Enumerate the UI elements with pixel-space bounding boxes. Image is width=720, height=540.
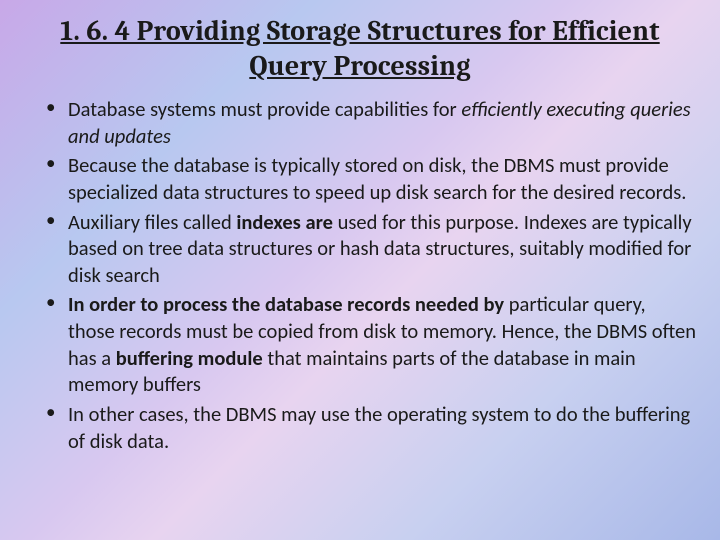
list-item: Because the database is typically stored… <box>46 152 696 205</box>
bullet-list: Database systems must provide capabiliti… <box>24 96 696 454</box>
bullet-text: In other cases, the DBMS may use the ope… <box>68 401 690 454</box>
bullet-text: Database systems must provide capabiliti… <box>68 96 461 122</box>
list-item: Auxiliary files called indexes are used … <box>46 209 696 289</box>
bullet-text-bold: In order to process the database records… <box>68 291 509 317</box>
list-item: In other cases, the DBMS may use the ope… <box>46 401 696 454</box>
slide-container: 1. 6. 4 Providing Storage Structures for… <box>0 0 720 477</box>
bullet-text-bold: buffering module <box>116 345 268 371</box>
bullet-text-bold: indexes are <box>236 209 337 235</box>
bullet-text: Auxiliary files called <box>68 209 236 235</box>
bullet-text: Because the database is typically stored… <box>68 152 686 205</box>
slide-title: 1. 6. 4 Providing Storage Structures for… <box>24 14 696 84</box>
list-item: Database systems must provide capabiliti… <box>46 96 696 149</box>
list-item: In order to process the database records… <box>46 291 696 398</box>
